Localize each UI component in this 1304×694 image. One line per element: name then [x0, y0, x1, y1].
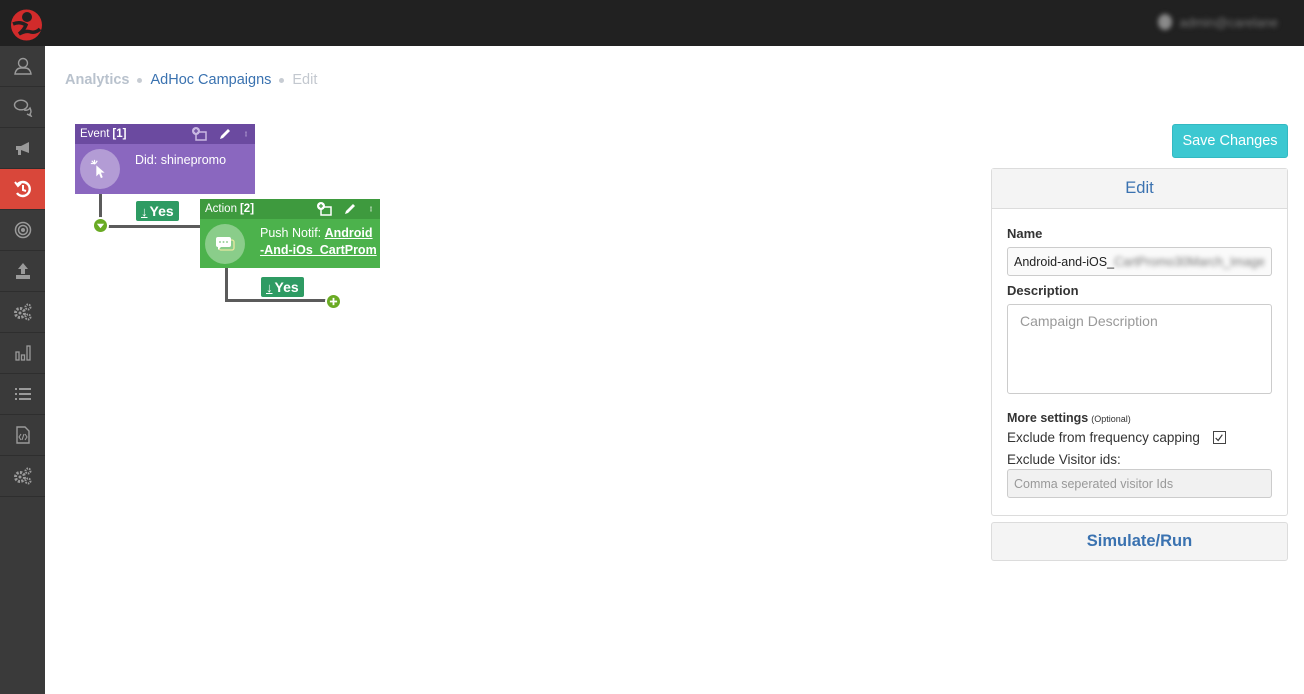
yes-label: Yes — [149, 203, 174, 219]
edit-panel: Edit Name Android-and-iOS_ CartPromo30Mar… — [991, 168, 1288, 516]
yes-label: Yes — [274, 279, 299, 295]
action-node-type: Action — [205, 203, 237, 215]
action-node-tools — [316, 201, 374, 217]
connector-line — [225, 268, 228, 302]
event-node-index: [1] — [112, 128, 127, 140]
chat-icon — [13, 99, 32, 117]
user-name: admin@carelane — [1179, 14, 1278, 30]
gears-icon — [13, 303, 31, 321]
breadcrumb-separator — [137, 77, 143, 83]
action-node-body: Push Notif: Android -And-iOs_CartProm — [200, 219, 380, 268]
sidebar-item-analytics[interactable] — [0, 333, 45, 374]
breadcrumb-edit: Edit — [292, 72, 318, 88]
sidebar — [0, 46, 45, 694]
upload-icon — [15, 263, 30, 279]
sidebar-item-lists[interactable] — [0, 374, 45, 415]
add-child-icon[interactable] — [316, 201, 332, 217]
event-node-tools — [191, 126, 249, 142]
sidebar-item-settings[interactable] — [0, 292, 45, 333]
edit-pencil-icon[interactable] — [217, 126, 233, 142]
more-vertical-icon[interactable] — [243, 126, 249, 142]
target-icon — [14, 221, 31, 239]
flow-canvas: Event [1] Did: shinepromo ↓ Yes Action [… — [45, 100, 985, 600]
optional-hint: (Optional) — [1091, 414, 1131, 424]
sidebar-item-adhoc-campaigns[interactable] — [0, 169, 45, 210]
name-value-redacted: CartPromo30March_Image — [1114, 254, 1265, 269]
breadcrumb-analytics[interactable]: Analytics — [65, 72, 129, 88]
click-cursor-icon — [80, 149, 120, 189]
connector-line — [225, 299, 331, 302]
sidebar-item-conversations[interactable] — [0, 87, 45, 128]
chat-bubbles-icon — [205, 224, 245, 264]
event-node-text: Did: shinepromo — [135, 153, 227, 167]
action-node-index: [2] — [239, 203, 255, 215]
sidebar-item-targets[interactable] — [0, 210, 45, 251]
edit-pencil-icon[interactable] — [342, 201, 358, 217]
checkmark-icon — [1215, 433, 1224, 441]
description-label: Description — [1007, 283, 1079, 298]
exclude-visitor-ids-label: Exclude Visitor ids: — [1007, 452, 1121, 467]
list-icon — [14, 388, 31, 400]
user-icon — [1157, 14, 1172, 30]
brand-logo[interactable] — [10, 8, 43, 41]
add-node-button[interactable] — [325, 293, 342, 310]
name-value: Android-and-iOS_ — [1014, 254, 1115, 269]
action-node-prefix: Push Notif: — [260, 226, 325, 240]
save-changes-button[interactable]: Save Changes — [1172, 124, 1288, 158]
plus-icon — [329, 297, 338, 306]
bar-chart-icon — [14, 345, 31, 361]
description-input[interactable] — [1007, 304, 1272, 394]
event-node-body: Did: shinepromo — [75, 144, 255, 194]
name-label: Name — [1007, 226, 1043, 241]
caret-down-icon — [96, 223, 105, 229]
name-input[interactable]: Android-and-iOS_ CartPromo30March_Image — [1007, 247, 1272, 276]
more-settings-label: More settings (Optional) — [1007, 411, 1272, 425]
frequency-capping-label: Exclude from frequency capping — [1007, 430, 1200, 445]
action-node-header: Action [2] — [200, 199, 380, 219]
megaphone-icon — [15, 142, 29, 155]
frequency-capping-row: Exclude from frequency capping — [1007, 430, 1272, 445]
sidebar-item-campaigns[interactable] — [0, 128, 45, 169]
edit-panel-title: Edit — [992, 169, 1287, 209]
frequency-capping-checkbox[interactable] — [1212, 431, 1226, 444]
sidebar-item-users[interactable] — [0, 46, 45, 87]
event-node-header: Event [1] — [75, 124, 255, 144]
history-icon — [13, 180, 31, 198]
simulate-run-button[interactable]: Simulate/Run — [991, 522, 1288, 561]
sidebar-item-upload[interactable] — [0, 251, 45, 292]
download-arrow-icon: ↓ — [266, 279, 273, 295]
sidebar-item-code[interactable] — [0, 415, 45, 456]
action-node[interactable]: Action [2] Push Notif: Android -And-iOs_… — [200, 199, 380, 268]
more-vertical-icon[interactable] — [368, 201, 374, 217]
breadcrumb: Analytics AdHoc Campaigns Edit — [65, 72, 317, 88]
more-settings-text: More settings — [1007, 411, 1089, 425]
exclude-visitor-ids-input[interactable] — [1007, 469, 1272, 498]
download-arrow-icon: ↓ — [141, 203, 148, 219]
connector-line — [101, 225, 201, 228]
user-menu[interactable]: admin@carelane — [1157, 14, 1278, 30]
code-file-icon — [15, 426, 30, 444]
event-node-type: Event — [80, 128, 110, 140]
top-bar: admin@carelane — [0, 0, 1304, 46]
add-child-icon[interactable] — [191, 126, 207, 142]
user-icon — [13, 57, 32, 75]
yes-branch-badge[interactable]: ↓ Yes — [136, 201, 179, 221]
action-node-text: Push Notif: Android -And-iOs_CartProm — [260, 225, 380, 259]
event-node[interactable]: Event [1] Did: shinepromo — [75, 124, 255, 194]
yes-branch-badge[interactable]: ↓ Yes — [261, 277, 304, 297]
gears-icon — [13, 467, 31, 485]
collapse-branch-button[interactable] — [92, 217, 109, 234]
sidebar-item-advanced-settings[interactable] — [0, 456, 45, 497]
breadcrumb-adhoc-campaigns[interactable]: AdHoc Campaigns — [150, 72, 271, 88]
breadcrumb-separator — [279, 77, 285, 83]
